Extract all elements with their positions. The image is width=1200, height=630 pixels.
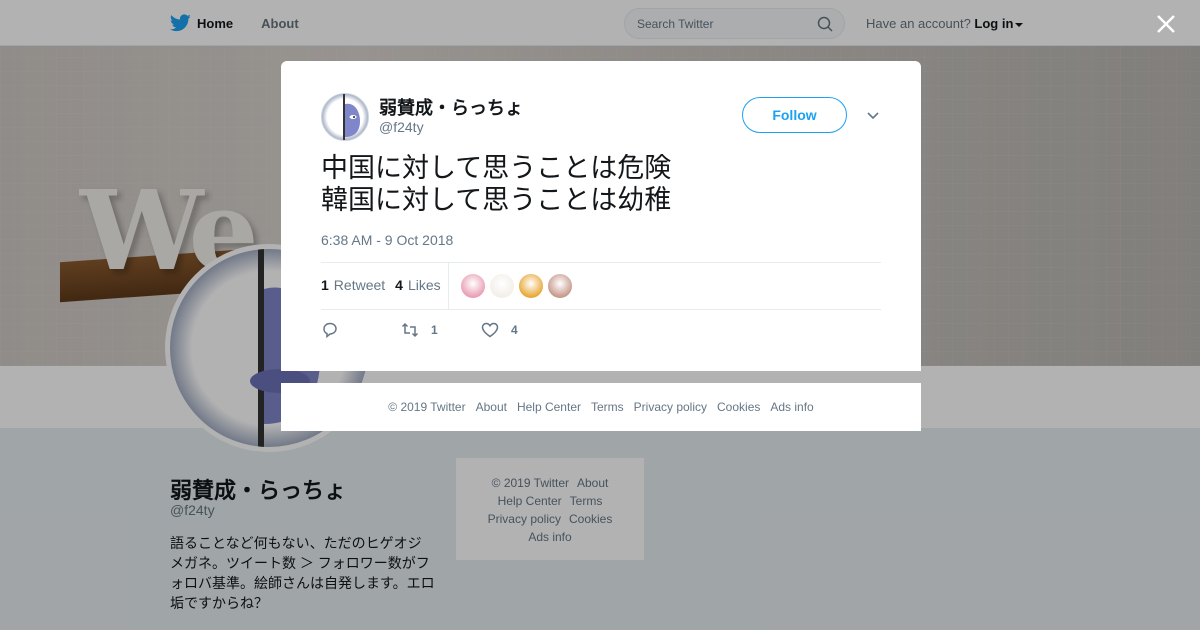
- tweet-text: 中国に対して思うことは危険 韓国に対して思うことは幼稚: [321, 152, 671, 216]
- tweet-text-line-1: 中国に対して思うことは危険: [321, 153, 672, 183]
- chevron-down-icon[interactable]: [866, 109, 880, 123]
- tweet-author-handle[interactable]: @f24ty: [379, 119, 424, 135]
- liker-avatar-4[interactable]: [547, 273, 573, 299]
- modal-footer-help[interactable]: Help Center: [517, 400, 581, 414]
- liker-avatars: [460, 273, 576, 299]
- heart-icon: [481, 322, 499, 338]
- retweet-action-count: 1: [431, 323, 438, 337]
- divider: [321, 262, 881, 263]
- liker-avatar-2[interactable]: [489, 273, 515, 299]
- tweet-author-name[interactable]: 弱賛成・らっちょ: [379, 94, 523, 120]
- modal-footer-terms[interactable]: Terms: [591, 400, 624, 414]
- follow-button[interactable]: Follow: [742, 97, 847, 133]
- modal-footer-cookies[interactable]: Cookies: [717, 400, 760, 414]
- like-stat[interactable]: 4 Likes: [395, 277, 440, 293]
- tweet-stats: 1 Retweet 4 Likes: [321, 277, 451, 293]
- tweet-actions: 1 4: [321, 321, 518, 339]
- author-avatar-illustration-icon: [343, 94, 360, 140]
- stats-divider: [448, 263, 449, 309]
- liker-avatar-3[interactable]: [518, 273, 544, 299]
- tweet-author-avatar[interactable]: [321, 93, 369, 141]
- modal-footer-copyright: © 2019 Twitter: [388, 400, 466, 414]
- tweet-text-line-2: 韓国に対して思うことは幼稚: [321, 185, 672, 215]
- retweet-button[interactable]: 1: [401, 321, 481, 339]
- like-action-count: 4: [511, 323, 518, 337]
- modal-footer-about[interactable]: About: [476, 400, 507, 414]
- like-count: 4: [395, 277, 403, 293]
- reply-button[interactable]: [321, 321, 401, 339]
- divider: [321, 309, 881, 310]
- like-stat-label: Likes: [407, 277, 441, 293]
- retweet-stat[interactable]: 1 Retweet: [321, 277, 385, 293]
- modal-footer: © 2019 Twitter About Help Center Terms P…: [281, 383, 921, 431]
- like-button[interactable]: 4: [481, 321, 518, 339]
- retweet-stat-label: Retweet: [333, 277, 386, 293]
- retweet-icon: [401, 322, 419, 338]
- tweet-modal: 弱賛成・らっちょ @f24ty Follow 中国に対して思うことは危険 韓国に…: [281, 61, 921, 371]
- modal-footer-privacy[interactable]: Privacy policy: [634, 400, 707, 414]
- retweet-count: 1: [321, 277, 329, 293]
- tweet-timestamp[interactable]: 6:38 AM - 9 Oct 2018: [321, 232, 453, 248]
- reply-icon: [323, 322, 337, 339]
- liker-avatar-1[interactable]: [460, 273, 486, 299]
- close-icon[interactable]: [1154, 12, 1178, 36]
- modal-footer-ads[interactable]: Ads info: [770, 400, 813, 414]
